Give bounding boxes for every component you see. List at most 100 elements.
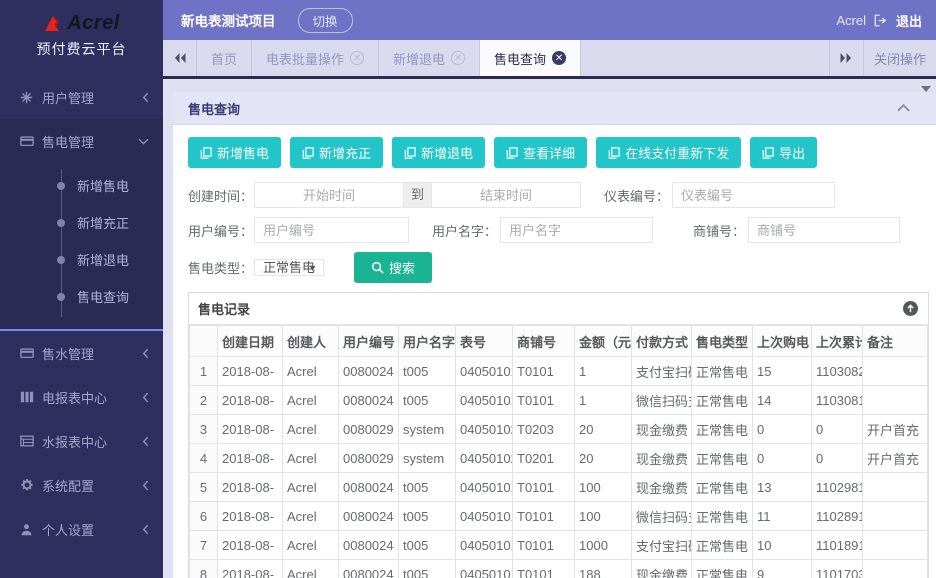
switch-project-button[interactable]: 切换 xyxy=(298,8,353,33)
tab-首页[interactable]: 首页 xyxy=(197,40,252,76)
shop-no-input[interactable] xyxy=(748,217,900,243)
table-cell: 0080029 xyxy=(339,444,399,473)
end-time-input[interactable] xyxy=(431,182,581,208)
table-cell: t005 xyxy=(399,473,456,502)
table-cell: Acrel xyxy=(283,531,339,560)
table-cell: 1102981. xyxy=(812,473,863,502)
table-row[interactable]: 12018-08-Acrel0080024t00504050101T01011支… xyxy=(190,357,928,386)
table-cell: 1101891. xyxy=(812,531,863,560)
copy-icon xyxy=(762,147,774,159)
table-cell: 2018-08- xyxy=(218,415,283,444)
tabs-scroll-right-button[interactable] xyxy=(829,40,863,76)
table-cell xyxy=(863,531,928,560)
sidebar-subitem-售电查询[interactable]: 售电查询 xyxy=(0,278,163,315)
sidebar-item-用户管理[interactable]: 用户管理 xyxy=(0,75,163,119)
table-cell: 1103081. xyxy=(812,386,863,415)
table-cell: Acrel xyxy=(283,415,339,444)
table-cell: t005 xyxy=(399,357,456,386)
sidebar-subitem-新增充正[interactable]: 新增充正 xyxy=(0,204,163,241)
search-icon xyxy=(371,261,384,274)
table-cell: 2018-08- xyxy=(218,502,283,531)
column-header-上次累计: 上次累计 xyxy=(812,326,863,357)
search-button[interactable]: 搜索 xyxy=(354,252,432,283)
user-no-input[interactable] xyxy=(254,217,409,243)
sidebar-group-3: 电报表中心 xyxy=(0,375,163,419)
table-row[interactable]: 62018-08-Acrel0080024t00504050101T010110… xyxy=(190,502,928,531)
sidebar-item-水报表中心[interactable]: 水报表中心 xyxy=(0,419,163,463)
toolbar-button-查看详细[interactable]: 查看详细 xyxy=(494,137,587,168)
column-header-售电类型: 售电类型 xyxy=(692,326,753,357)
column-header-用户名字: 用户名字 xyxy=(399,326,456,357)
start-time-input[interactable] xyxy=(254,182,404,208)
acrel-logo-icon xyxy=(43,15,63,33)
sidebar-group-4: 水报表中心 xyxy=(0,419,163,463)
sidebar-subitem-新增退电[interactable]: 新增退电 xyxy=(0,241,163,278)
table-row[interactable]: 72018-08-Acrel0080024t00504050101T010110… xyxy=(190,531,928,560)
filter-row-1: 创建时间： 到 仪表编号： xyxy=(188,182,929,208)
collapse-up-circle-icon[interactable] xyxy=(903,301,918,316)
table-cell: 20 xyxy=(575,444,632,473)
sidebar-item-label: 售水管理 xyxy=(42,344,142,363)
sale-type-select[interactable]: 正常售电 ▼ xyxy=(254,256,324,280)
chevron-left-icon xyxy=(142,436,149,447)
toolbar-button-新增充正[interactable]: 新增充正 xyxy=(290,137,383,168)
table-row[interactable]: 52018-08-Acrel0080024t00504050101T010110… xyxy=(190,473,928,502)
tab-新增退电[interactable]: 新增退电 ✕ xyxy=(379,40,480,76)
sidebar-item-售电管理[interactable]: 售电管理 xyxy=(0,119,163,163)
username[interactable]: Acrel xyxy=(836,13,866,28)
table-cell: 04050101 xyxy=(456,386,513,415)
tab-电表批量操作[interactable]: 电表批量操作✕ xyxy=(252,40,379,76)
table-row[interactable]: 82018-08-Acrel0080024t00504050101T010118… xyxy=(190,560,928,578)
scroll-up-arrow-icon[interactable] xyxy=(921,86,931,92)
table-cell: 1000 xyxy=(575,531,632,560)
column-header-创建人: 创建人 xyxy=(283,326,339,357)
toolbar-button-导出[interactable]: 导出 xyxy=(750,137,817,168)
sidebar-item-系统配置[interactable]: 系统配置 xyxy=(0,463,163,507)
logo-subtitle: 预付费云平台 xyxy=(0,39,163,59)
table-cell: 188 xyxy=(575,560,632,578)
tab-label: 新增退电 xyxy=(393,49,445,68)
table-row[interactable]: 32018-08-Acrel0080029system04050102T0203… xyxy=(190,415,928,444)
tab-close-icon[interactable]: ✕ xyxy=(552,51,566,65)
tabs-scroll-left-button[interactable] xyxy=(163,40,197,76)
table-cell: 3 xyxy=(190,415,218,444)
column-header-金额（元: 金额（元 xyxy=(575,326,632,357)
chevron-left-icon xyxy=(142,524,149,535)
table-cell: Acrel xyxy=(283,502,339,531)
table-cell: T0101 xyxy=(513,357,575,386)
meter-no-input[interactable] xyxy=(672,182,835,208)
sidebar-item-label: 电报表中心 xyxy=(42,388,142,407)
search-button-label: 搜索 xyxy=(389,258,415,277)
column-header-商铺号: 商铺号 xyxy=(513,326,575,357)
app-window: Acrel 预付费云平台 用户管理售电管理新增售电新增充正新增退电售电查询售水管… xyxy=(0,0,936,578)
table-cell: T0101 xyxy=(513,502,575,531)
sidebar-subitem-新增售电[interactable]: 新增售电 xyxy=(0,167,163,204)
panel-collapse-icon[interactable] xyxy=(897,104,910,112)
table-cell: 15 xyxy=(753,357,812,386)
column-header-表号: 表号 xyxy=(456,326,513,357)
sidebar-submenu: 新增售电新增充正新增退电售电查询 xyxy=(0,163,163,329)
tab-售电查询[interactable]: 售电查询✕ xyxy=(480,40,581,76)
sidebar-item-售水管理[interactable]: 售水管理 xyxy=(0,331,163,375)
table-cell: 支付宝扫码 xyxy=(632,357,692,386)
table-cell: T0201 xyxy=(513,444,575,473)
user-name-input[interactable] xyxy=(500,217,653,243)
logout-button[interactable]: 退出 xyxy=(896,11,922,30)
toolbar-button-新增售电[interactable]: 新增售电 xyxy=(188,137,281,168)
tab-close-icon[interactable]: ✕ xyxy=(451,51,465,65)
chevron-down-icon xyxy=(138,138,149,145)
table-row[interactable]: 42018-08-Acrel0080029system04050102T0201… xyxy=(190,444,928,473)
toolbar-button-在线支付重新下发[interactable]: 在线支付重新下发 xyxy=(596,137,741,168)
table-cell: 10 xyxy=(753,531,812,560)
tab-close-icon[interactable]: ✕ xyxy=(350,51,364,65)
table-header-row: 创建日期创建人用户编号用户名字表号商铺号金额（元付款方式售电类型上次购电上次累计… xyxy=(190,326,928,357)
sidebar-item-个人设置[interactable]: 个人设置 xyxy=(0,507,163,551)
table-cell: 现金缴费 xyxy=(632,473,692,502)
table-cell: 5 xyxy=(190,473,218,502)
toolbar-button-新增退电[interactable]: 新增退电 xyxy=(392,137,485,168)
sidebar-item-电报表中心[interactable]: 电报表中心 xyxy=(0,375,163,419)
table-row[interactable]: 22018-08-Acrel0080024t00504050101T01011微… xyxy=(190,386,928,415)
table-cell xyxy=(863,386,928,415)
chevron-left-icon xyxy=(142,392,149,403)
close-operations-menu[interactable]: 关闭操作 xyxy=(863,40,936,76)
